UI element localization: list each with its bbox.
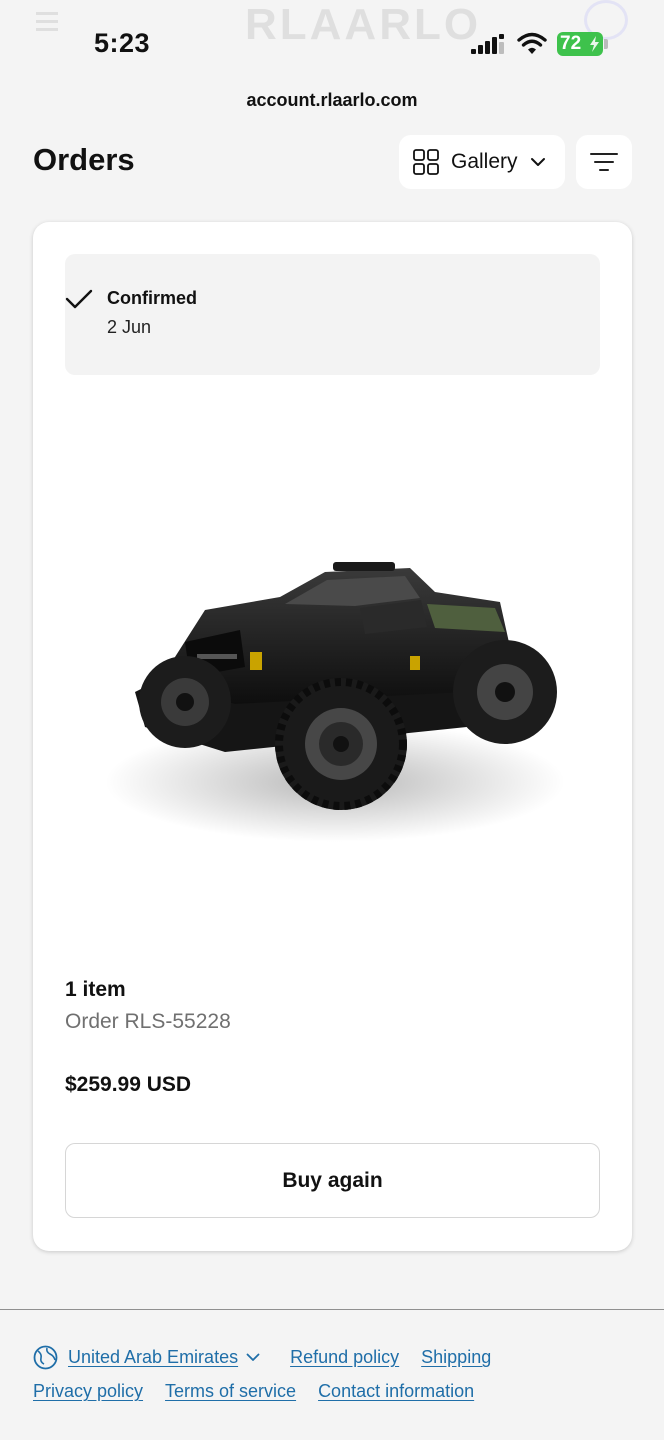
cellular-signal-icon	[471, 34, 504, 54]
check-icon	[65, 289, 93, 309]
battery-level: 72	[560, 33, 582, 54]
page-title: Orders	[33, 142, 135, 177]
chevron-down-icon	[530, 158, 545, 166]
view-toggle-label: Gallery	[451, 150, 518, 173]
terms-of-service-link[interactable]: Terms of service	[165, 1381, 296, 1402]
shipping-link[interactable]: Shipping	[421, 1347, 491, 1368]
product-image[interactable]	[65, 392, 600, 952]
battery-tip	[604, 39, 608, 49]
status-bar: RLAARLO 5:23 72 account.rlaarlo.com	[0, 0, 664, 110]
privacy-policy-link[interactable]: Privacy policy	[33, 1381, 143, 1402]
filter-button[interactable]	[576, 135, 632, 189]
buy-again-button[interactable]: Buy again	[65, 1143, 600, 1218]
globe-icon[interactable]	[33, 1345, 58, 1370]
order-total: $259.99 USD	[65, 1073, 192, 1096]
grid-icon	[413, 149, 439, 175]
country-selector[interactable]: United Arab Emirates	[68, 1347, 238, 1368]
menu-icon	[36, 12, 58, 36]
order-status-box	[65, 254, 600, 375]
filter-icon	[590, 153, 618, 171]
refund-policy-link[interactable]: Refund policy	[290, 1347, 399, 1368]
footer-links-row-1: United Arab Emirates Refund policy Shipp…	[33, 1345, 513, 1370]
charging-bolt-icon	[590, 36, 599, 52]
order-card[interactable]: Confirmed 2 Jun 1 item Order RLS-55228 $…	[33, 222, 632, 1251]
chevron-down-icon[interactable]	[246, 1353, 260, 1362]
order-status-date: 2 Jun	[107, 317, 152, 337]
site-logo: RLAARLO	[245, 0, 482, 49]
footer-divider	[0, 1309, 664, 1310]
order-item-count: 1 item	[65, 978, 126, 1001]
clock: 5:23	[94, 28, 151, 58]
contact-information-link[interactable]: Contact information	[318, 1381, 474, 1402]
wifi-icon	[517, 32, 547, 54]
battery-icon: 72	[557, 32, 603, 56]
view-toggle-button[interactable]: Gallery	[399, 135, 565, 189]
order-number: Order RLS-55228	[65, 1010, 231, 1033]
browser-url[interactable]: account.rlaarlo.com	[0, 90, 664, 111]
footer-links-row-2: Privacy policy Terms of service Contact …	[33, 1381, 496, 1402]
order-status: Confirmed	[107, 288, 197, 308]
